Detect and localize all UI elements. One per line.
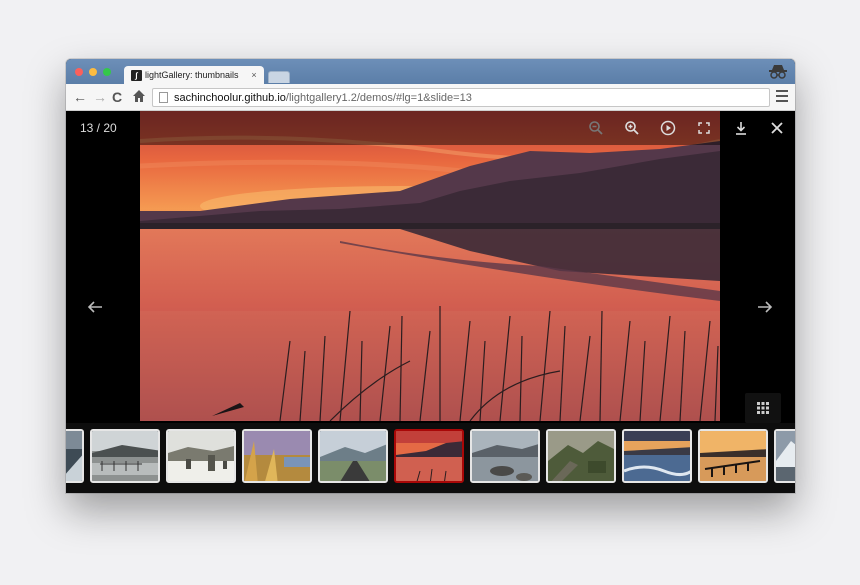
page-icon [159, 92, 168, 103]
fullscreen-icon[interactable] [696, 120, 712, 136]
incognito-icon [769, 65, 787, 79]
thumbnail-3[interactable] [166, 429, 236, 483]
minimize-window-button[interactable] [89, 68, 97, 76]
browser-toolbar: ← → C sachinchoolur.github.io/lightgalle… [66, 84, 795, 111]
maximize-window-button[interactable] [103, 68, 111, 76]
lightgallery-favicon-icon: ∫ [131, 69, 142, 81]
tab-title: lightGallery: thumbnails [145, 70, 239, 80]
thumbnail-strip [66, 423, 795, 493]
url-path: /lightgallery1.2/demos/#lg=1&slide=13 [285, 91, 472, 104]
current-slide-image[interactable] [140, 111, 720, 421]
thumbnail-5[interactable] [318, 429, 388, 483]
slide-counter: 13 / 20 [80, 121, 117, 135]
reload-button[interactable]: C [112, 88, 122, 106]
autoplay-icon[interactable] [660, 120, 676, 136]
back-button[interactable]: ← [73, 88, 87, 106]
thumbnail-10[interactable] [698, 429, 768, 483]
grid-icon [757, 402, 769, 414]
thumbnail-6[interactable] [394, 429, 464, 483]
download-icon[interactable] [733, 120, 749, 136]
home-icon[interactable] [132, 88, 146, 104]
tab-close-icon[interactable]: × [248, 70, 260, 80]
gallery-toolbar: 13 / 20 [66, 111, 795, 145]
thumbnail-toggle-button[interactable] [745, 393, 781, 423]
zoom-in-icon[interactable] [624, 120, 640, 136]
thumbnail-8[interactable] [546, 429, 616, 483]
address-bar[interactable]: sachinchoolur.github.io/lightgallery1.2/… [152, 88, 770, 107]
new-tab-button[interactable] [268, 71, 290, 83]
thumbnail-1[interactable] [66, 429, 84, 483]
browser-window: ∫ lightGallery: thumbnails × ← → C sachi… [66, 59, 795, 493]
thumbnail-4[interactable] [242, 429, 312, 483]
title-bar: ∫ lightGallery: thumbnails × [66, 59, 795, 84]
thumbnail-9[interactable] [622, 429, 692, 483]
url-host: sachinchoolur.github.io [174, 91, 286, 104]
forward-button[interactable]: → [93, 88, 107, 106]
browser-tab[interactable]: ∫ lightGallery: thumbnails × [124, 66, 264, 84]
thumbnail-11[interactable] [774, 429, 795, 483]
close-window-button[interactable] [75, 68, 83, 76]
arrow-left-icon[interactable] [86, 299, 104, 315]
zoom-out-icon[interactable] [588, 120, 604, 136]
arrow-right-icon[interactable] [756, 299, 774, 315]
browser-menu-icon[interactable] [776, 90, 788, 102]
thumbnail-7[interactable] [470, 429, 540, 483]
thumbnail-2[interactable] [90, 429, 160, 483]
close-icon[interactable] [769, 120, 785, 136]
lightgallery-viewer: 13 / 20 [66, 111, 795, 423]
